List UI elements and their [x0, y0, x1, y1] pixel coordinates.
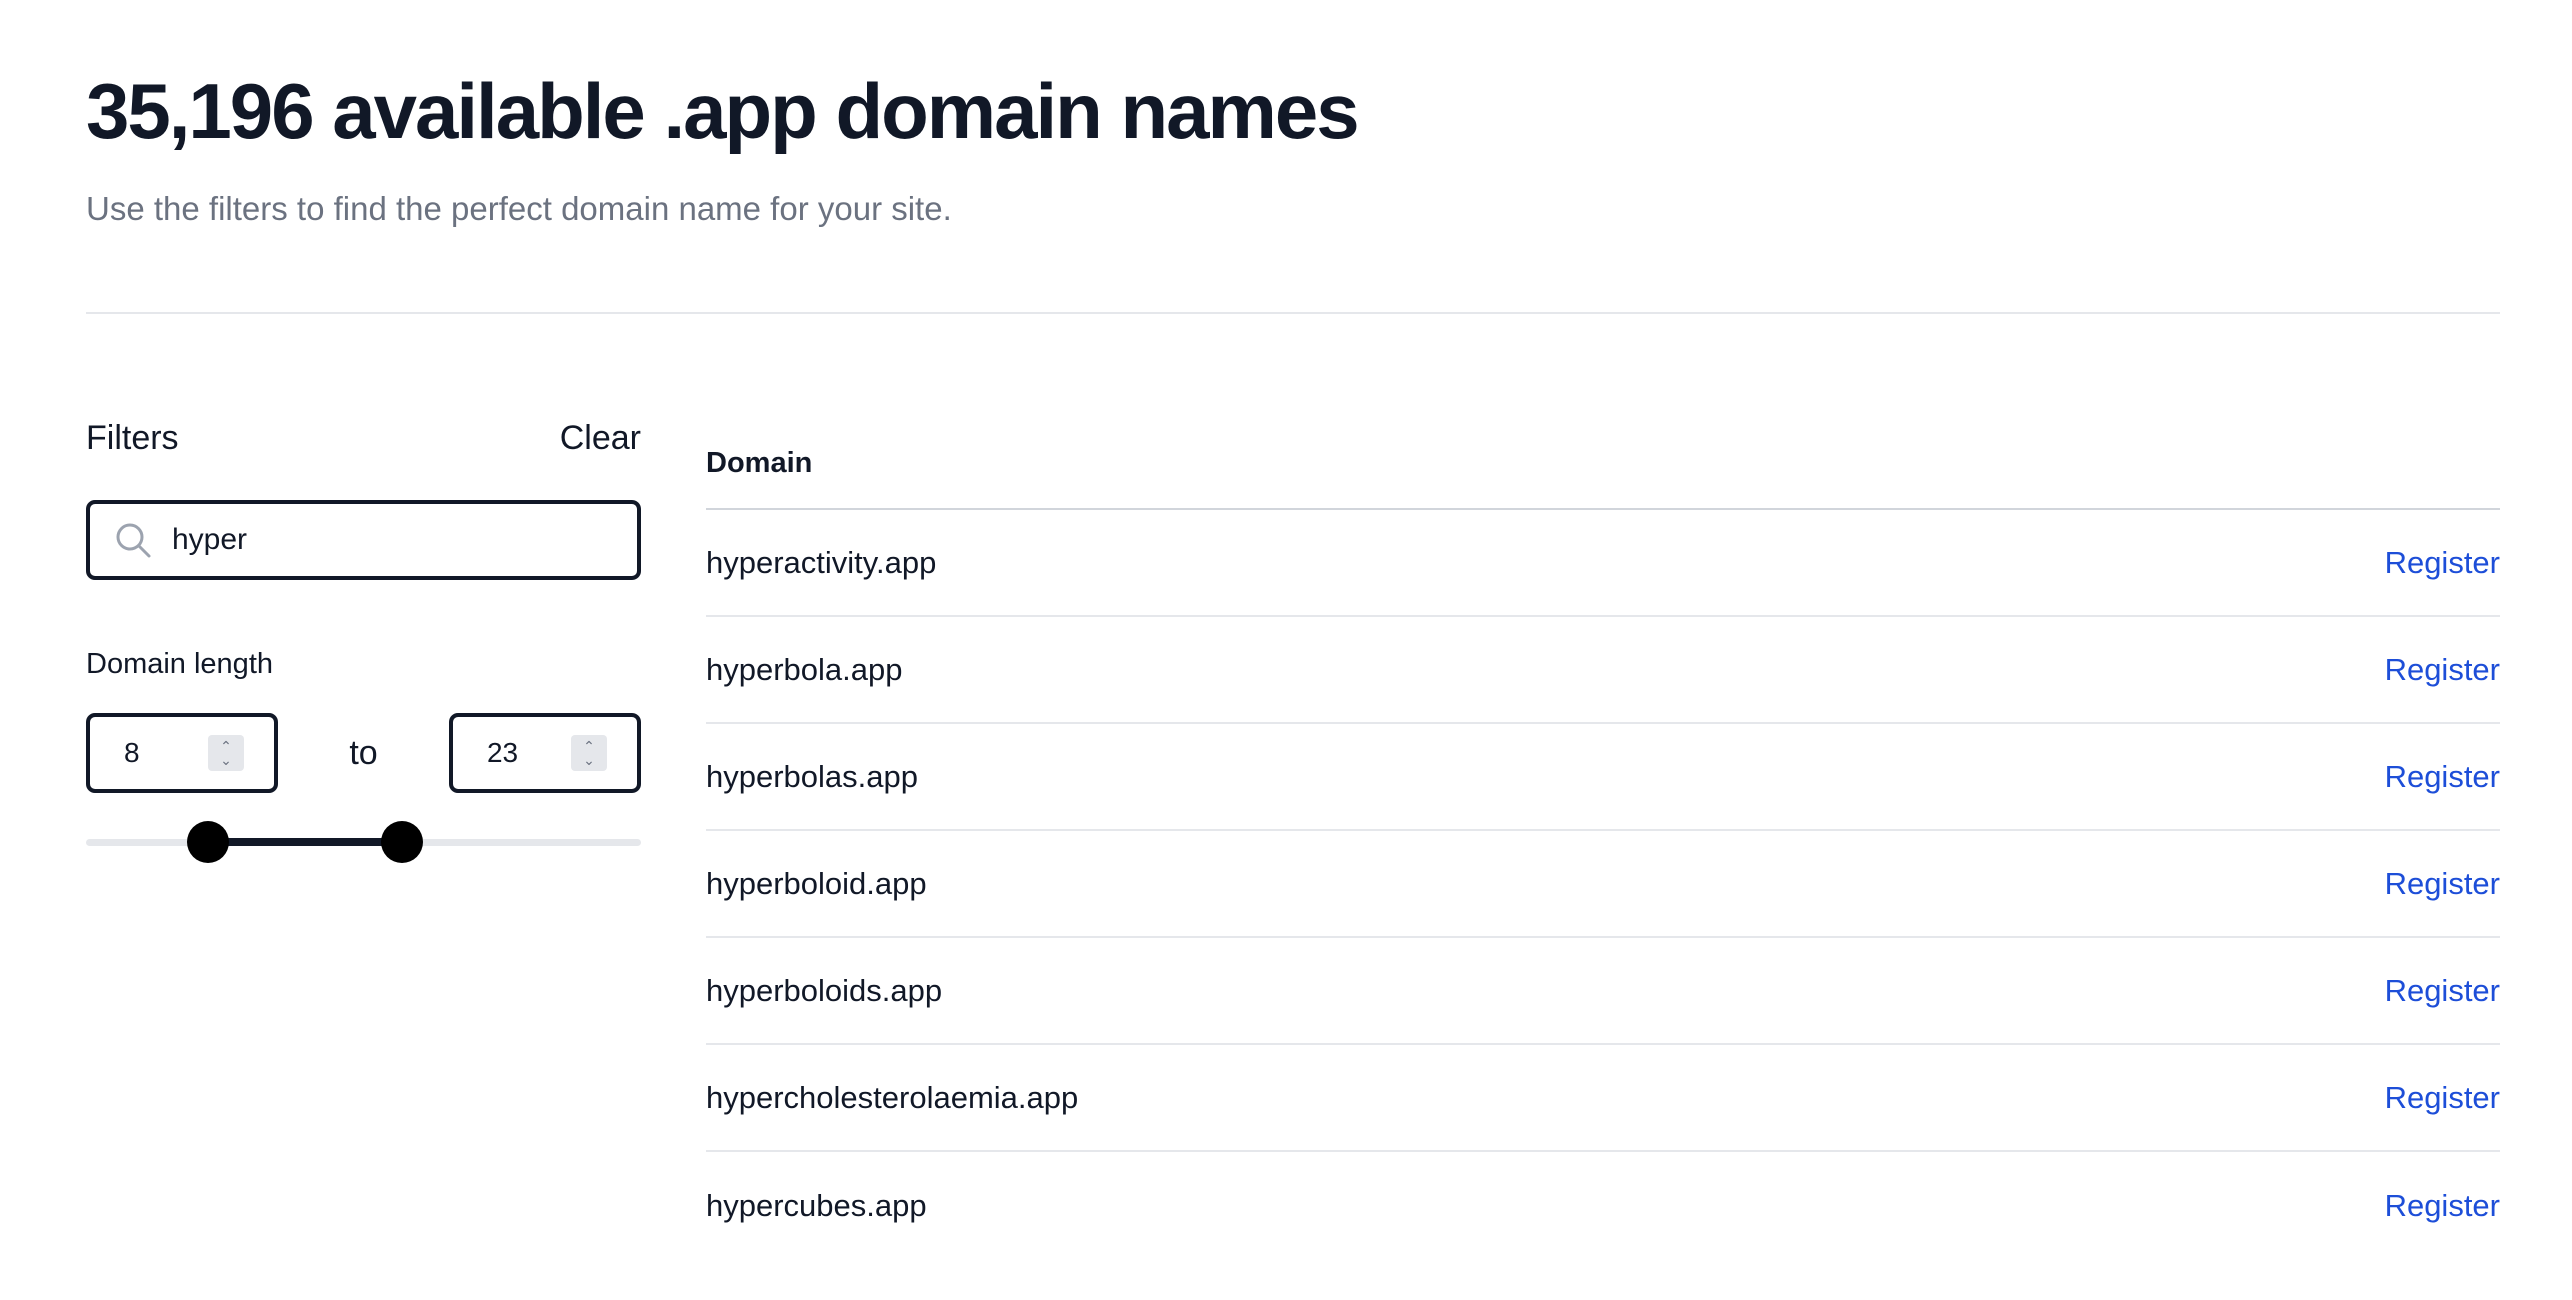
domain-name: hypercubes.app — [706, 1187, 927, 1223]
search-input[interactable] — [172, 523, 592, 557]
max-length-value: 23 — [486, 737, 519, 768]
page-title: 35,196 available .app domain names — [86, 67, 1360, 155]
page-subtitle: Use the filters to find the perfect doma… — [86, 190, 952, 227]
filters-title: Filters — [86, 418, 179, 457]
domain-length-label: Domain length — [86, 648, 273, 680]
register-link[interactable]: Register — [2385, 652, 2500, 688]
register-link[interactable]: Register — [2385, 1188, 2500, 1224]
chevron-up-icon: ⌃ — [220, 738, 232, 754]
table-row: hyperactivity.app Register — [706, 510, 2500, 617]
domain-name: hyperboloid.app — [706, 865, 927, 901]
register-link[interactable]: Register — [2385, 545, 2500, 581]
clear-filters-button[interactable]: Clear — [560, 419, 641, 458]
min-length-input[interactable]: 8 ⌃ ⌄ — [86, 713, 278, 793]
domain-name: hypercholesterolaemia.app — [706, 1079, 1079, 1115]
register-link[interactable]: Register — [2385, 973, 2500, 1009]
table-row: hyperbola.app Register — [706, 617, 2500, 724]
domain-length-row: 8 ⌃ ⌄ to 23 ⌃ ⌄ — [86, 713, 641, 793]
max-length-stepper-icon[interactable]: ⌃ ⌄ — [570, 735, 607, 771]
chevron-up-icon: ⌃ — [583, 738, 595, 754]
table-row: hyperboloids.app Register — [706, 938, 2500, 1045]
domain-name: hyperactivity.app — [706, 544, 937, 580]
min-length-stepper-icon[interactable]: ⌃ ⌄ — [208, 735, 244, 771]
table-row: hypercubes.app Register — [706, 1152, 2500, 1259]
page: 35,196 available .app domain names Use t… — [0, 0, 2572, 1300]
domain-name: hyperbola.app — [706, 651, 903, 687]
min-length-value: 8 — [124, 737, 140, 768]
chevron-down-icon: ⌄ — [220, 752, 232, 768]
table-row: hypercholesterolaemia.app Register — [706, 1045, 2500, 1152]
header-divider — [86, 312, 2500, 314]
table-header: Domain — [706, 426, 2500, 510]
domains-table: Domain hyperactivity.app Register hyperb… — [706, 426, 2500, 1259]
to-label: to — [349, 733, 378, 772]
domain-length-slider[interactable] — [86, 819, 641, 865]
register-link[interactable]: Register — [2385, 866, 2500, 902]
filters-header: Filters Clear — [86, 400, 641, 476]
max-length-input[interactable]: 23 ⌃ ⌄ — [448, 713, 641, 793]
domain-name: hyperboloids.app — [706, 972, 943, 1008]
column-header-domain: Domain — [706, 446, 813, 479]
slider-max-handle[interactable] — [381, 821, 424, 863]
table-row: hyperbolas.app Register — [706, 724, 2500, 831]
domain-name: hyperbolas.app — [706, 758, 918, 794]
search-icon — [114, 521, 152, 559]
search-box[interactable] — [86, 500, 641, 580]
chevron-down-icon: ⌄ — [583, 752, 595, 768]
slider-range — [208, 838, 403, 846]
slider-min-handle[interactable] — [187, 821, 230, 863]
table-row: hyperboloid.app Register — [706, 831, 2500, 938]
filters-sidebar: Filters Clear Domain length 8 ⌃ ⌄ to — [86, 400, 641, 865]
register-link[interactable]: Register — [2385, 1080, 2500, 1116]
register-link[interactable]: Register — [2385, 759, 2500, 795]
